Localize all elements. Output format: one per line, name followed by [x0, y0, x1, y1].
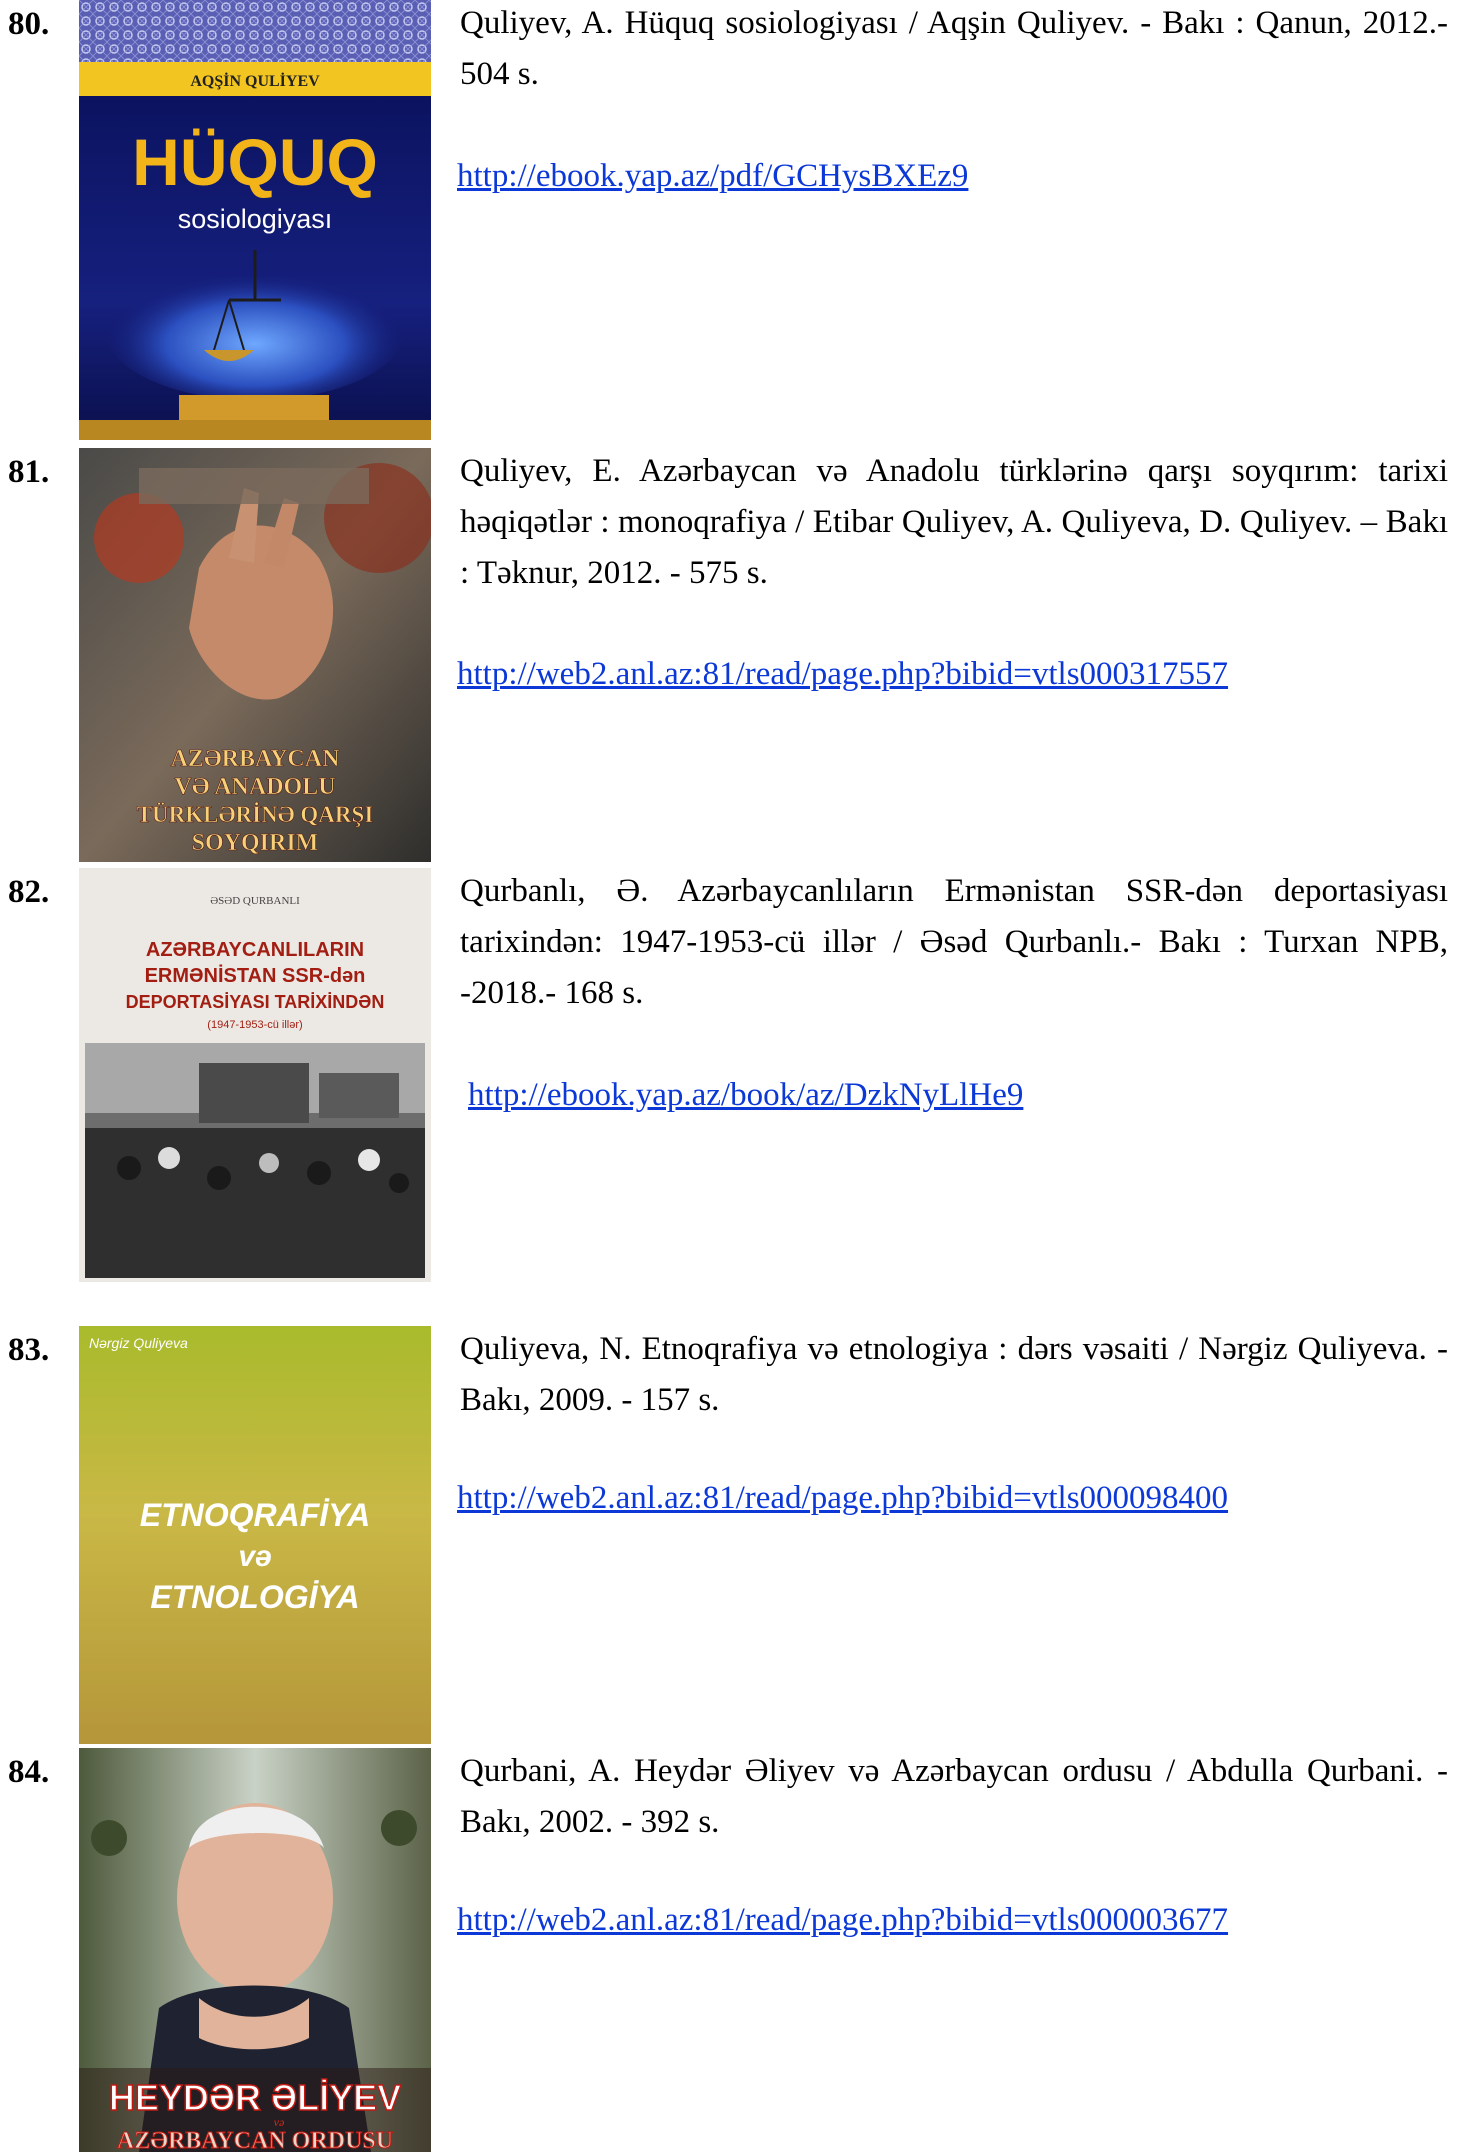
cover-title: HÜQUQ [132, 125, 378, 199]
ebook-link[interactable]: http://ebook.yap.az/book/az/DzkNyLlHe9 [468, 1073, 1023, 1117]
cover-title-line: DEPORTASİYASI TARİXİNDƏN [126, 992, 385, 1012]
entry-number: 83. [8, 1332, 50, 1368]
cover-title-line: AZƏRBAYCAN [171, 746, 341, 772]
cover-title-line: ETNOQRAFİYA [140, 1497, 371, 1533]
book-cover-image: Nərgiz Quliyeva ETNOQRAFİYA və ETNOLOGİY… [79, 1326, 431, 1744]
citation-text: Quliyev, E. Azərbaycan və Anadolu türklə… [460, 453, 1448, 591]
cover-author: ƏSƏD QURBANLI [210, 895, 300, 907]
entry-number: 80. [8, 6, 50, 42]
book-cover-image: HEYDƏR ƏLİYEV və AZƏRBAYCAN ORDUSU [79, 1748, 431, 2152]
entry-number: 82. [8, 874, 50, 910]
entry-80: 80. AQŞİN QULİYEV HÜQUQ sosiologiyası Qu… [0, 0, 1458, 440]
citation-text: Qurbanlı, Ə. Azərbaycanlıların Ermənista… [460, 873, 1448, 1011]
cover-title-line: ETNOLOGİYA [150, 1579, 359, 1615]
cover-author: Nərgiz Quliyeva [89, 1335, 188, 1351]
book-cover-image: AQŞİN QULİYEV HÜQUQ sosiologiyası [79, 0, 431, 440]
entry-83: 83. Nərgiz Quliyeva ETNOQRAFİYA və ETNOL… [0, 1326, 1458, 1744]
cover-title-line: və [238, 1540, 271, 1573]
entry-82: 82. ƏSƏD QURBANLI AZƏRBAYCANLILARIN ERMƏ… [0, 868, 1458, 1282]
citation-text: Quliyev, A. Hüquq sosiologiyası / Aqşin … [460, 5, 1448, 92]
cover-title-line: ERMƏNİSTAN SSR-dən [145, 964, 366, 987]
book-cover-image: ƏSƏD QURBANLI AZƏRBAYCANLILARIN ERMƏNİST… [79, 868, 431, 1282]
cover-years: (1947-1953-cü illər) [207, 1019, 302, 1031]
citation-text: Quliyeva, N. Etnoqrafiya və etnologiya :… [460, 1331, 1448, 1418]
cover-subtitle: sosiologiyası [178, 204, 333, 234]
entry-81: 81. AZƏRBAYCAN VƏ ANADOLU TÜRKLƏRİNƏ QAR… [0, 448, 1458, 862]
entry-84: 84. HEYDƏR ƏLİYEV və AZƏRBAYCAN ORDUSU Q… [0, 1748, 1458, 2152]
cover-title-line: SOYQIRIM [192, 830, 319, 856]
cover-title-line1: HEYDƏR ƏLİYEV [109, 2077, 401, 2118]
ebook-link[interactable]: http://web2.anl.az:81/read/page.php?bibi… [457, 1898, 1228, 1942]
cover-title-line: VƏ ANADOLU [174, 774, 335, 800]
cover-author: AQŞİN QULİYEV [190, 71, 320, 90]
entry-number: 81. [8, 454, 50, 490]
citation-text: Qurbani, A. Heydər Əliyev və Azərbaycan … [460, 1753, 1448, 1840]
entry-number: 84. [8, 1754, 50, 1790]
ebook-link[interactable]: http://web2.anl.az:81/read/page.php?bibi… [457, 652, 1228, 696]
cover-title-line2: AZƏRBAYCAN ORDUSU [117, 2128, 393, 2152]
cover-title-line: TÜRKLƏRİNƏ QARŞI [137, 802, 374, 827]
ebook-link[interactable]: http://web2.anl.az:81/read/page.php?bibi… [457, 1476, 1228, 1520]
ebook-link[interactable]: http://ebook.yap.az/pdf/GCHysBXEz9 [457, 154, 968, 198]
book-cover-image: AZƏRBAYCAN VƏ ANADOLU TÜRKLƏRİNƏ QARŞI S… [79, 448, 431, 862]
cover-title-line: AZƏRBAYCANLILARIN [146, 939, 364, 961]
cover-title-mid: və [274, 2115, 285, 2129]
